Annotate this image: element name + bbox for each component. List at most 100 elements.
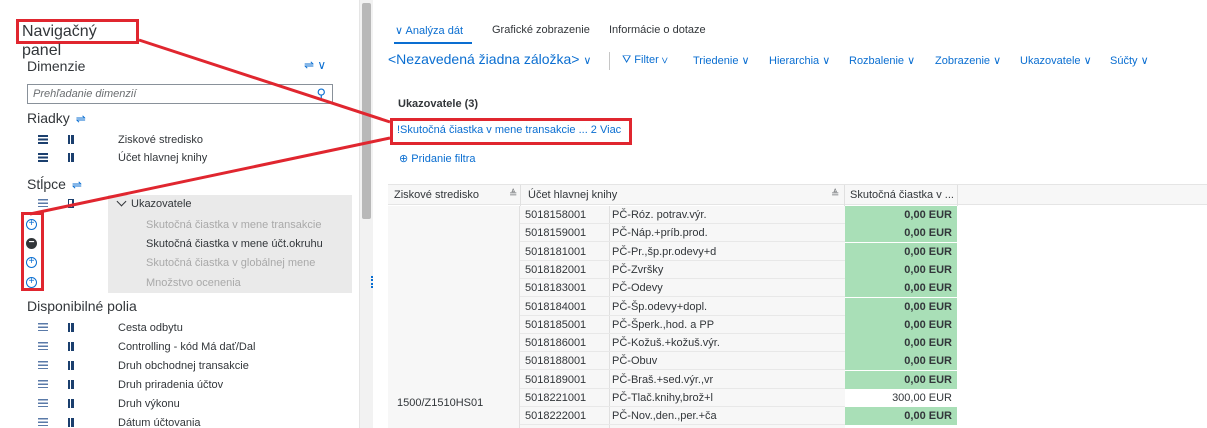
table-row[interactable]: 5018186001 PČ-Kožuš.+kožuš.výr. 0,00 EUR xyxy=(520,334,957,353)
tab-query-info[interactable]: Informácie o dotaze xyxy=(609,24,706,36)
amount-cell[interactable]: 0,00 EUR xyxy=(845,334,957,353)
lines-icon[interactable] xyxy=(38,418,48,426)
rows-settings-icon[interactable]: ⇌ xyxy=(76,112,86,126)
sort-menu[interactable]: Triedenie ∨ xyxy=(693,54,750,67)
rows-heading: Riadky ⇌ xyxy=(27,110,86,126)
table-row[interactable]: 5018183001 PČ-Odevy 0,00 EUR xyxy=(520,279,957,298)
lines-icon[interactable] xyxy=(38,380,48,388)
filter-value-link[interactable]: !Skutočná čiastka v mene transakcie ... … xyxy=(397,124,621,136)
add-filter-link[interactable]: ⊕ Pridanie filtra xyxy=(399,152,475,165)
rows-item-label: Ziskové stredisko xyxy=(118,134,203,146)
expand-menu[interactable]: Rozbalenie ∨ xyxy=(849,54,915,67)
column-header-gl-account[interactable]: Účet hlavnej knihy xyxy=(528,189,617,201)
gl-account-name: PČ-Kožuš.+kožuš.výr. xyxy=(612,337,720,350)
bars-icon[interactable] xyxy=(68,323,74,332)
display-menu[interactable]: Zobrazenie ∨ xyxy=(935,54,1001,67)
lines-icon[interactable] xyxy=(38,199,48,207)
amount-cell[interactable]: 0,00 EUR xyxy=(845,206,957,224)
columns-heading: Stĺpce ⇌ xyxy=(27,176,82,192)
dimension-search-input[interactable]: Prehľadanie dimenzií ⚲ xyxy=(27,84,333,104)
active-tab-indicator xyxy=(394,42,472,44)
table-row[interactable]: 5018182001 PČ-Zvršky 0,00 EUR xyxy=(520,260,957,279)
available-field[interactable]: Dátum účtovania xyxy=(0,413,352,428)
sort-icon[interactable]: ≜ xyxy=(509,189,517,200)
table-row[interactable]: 5018158001 PČ-Róz. potrav.výr. 0,00 EUR xyxy=(520,206,957,224)
chevron-down-icon: ∨ xyxy=(395,25,406,37)
nav-panel-title: Navigačný panel xyxy=(16,19,139,59)
available-field[interactable]: Controlling - kód Má dať/Dal xyxy=(0,337,352,357)
columns-settings-icon[interactable]: ⇌ xyxy=(72,178,82,192)
gl-account-number: 5018186001 xyxy=(525,337,587,350)
tab-data-analysis[interactable]: ∨ Analýza dát xyxy=(395,24,463,37)
table-row[interactable]: 5018222001 PČ-Nov.,den.,per.+ča 0,00 EUR xyxy=(520,407,957,426)
bars-icon[interactable] xyxy=(68,342,74,351)
indicator-item-active[interactable]: Skutočná čiastka v mene účt.okruhu xyxy=(146,238,323,250)
dimensions-settings-icon[interactable]: ⇌ ∨ xyxy=(304,58,326,72)
gl-account-name: PČ-Zvršky xyxy=(612,263,664,276)
amount-cell[interactable]: 0,00 EUR xyxy=(845,260,957,279)
scrollbar-thumb[interactable] xyxy=(362,3,371,219)
bars-icon[interactable] xyxy=(68,380,74,389)
bars-icon[interactable] xyxy=(68,153,74,162)
column-header-amount[interactable]: Skutočná čiastka v ... xyxy=(850,189,954,201)
bars-icon[interactable] xyxy=(68,361,74,370)
indicator-item[interactable]: Skutočná čiastka v mene transakcie xyxy=(146,219,321,231)
amount-cell[interactable]: 0,00 EUR xyxy=(845,315,957,334)
amount-cell[interactable]: 300,00 EUR xyxy=(845,389,957,407)
table-row[interactable]: 5018181001 PČ-Pr.,šp.pr.odevy+d 0,00 EUR xyxy=(520,242,957,261)
lines-icon[interactable] xyxy=(38,342,48,350)
table-row[interactable]: 5018184001 PČ-Šp.odevy+dopl. 0,00 EUR xyxy=(520,297,957,316)
table-row[interactable]: 5018189001 PČ-Braš.+sed.výr.,vr 0,00 EUR xyxy=(520,370,957,389)
amount-cell[interactable]: 0,00 EUR xyxy=(845,407,957,426)
rows-item-label: Účet hlavnej knihy xyxy=(118,152,208,164)
list-icon[interactable] xyxy=(38,153,48,162)
gl-account-number: 5018189001 xyxy=(525,373,587,386)
lines-icon[interactable] xyxy=(38,399,48,407)
bookmark-dropdown[interactable]: <Nezavedená žiadna záložka> ∨ xyxy=(388,51,591,67)
lines-icon[interactable] xyxy=(38,361,48,369)
amount-cell[interactable]: 0,00 EUR xyxy=(845,297,957,316)
lines-icon[interactable] xyxy=(38,323,48,331)
table-row[interactable]: 5018221001 PČ-Tlač.knihy,brož+l 300,00 EUR xyxy=(520,389,957,407)
indicator-item[interactable]: Skutočná čiastka v globálnej mene xyxy=(146,257,315,269)
available-field[interactable]: Druh priradenia účtov xyxy=(0,375,352,395)
gl-account-number: 5018182001 xyxy=(525,263,587,276)
gl-account-number: 5018181001 xyxy=(525,245,587,258)
amount-cell[interactable]: 0,00 EUR xyxy=(845,242,957,261)
search-icon[interactable]: ⚲ xyxy=(316,86,326,102)
list-icon[interactable] xyxy=(38,135,48,144)
bars-icon[interactable] xyxy=(68,135,74,144)
table-row[interactable]: 5018188001 PČ-Obuv 0,00 EUR xyxy=(520,352,957,371)
available-field[interactable]: Druh výkonu xyxy=(0,394,352,414)
table-row[interactable]: 5018185001 PČ-Šperk.,hod. a PP 0,00 EUR xyxy=(520,315,957,334)
bars-icon[interactable] xyxy=(68,418,74,427)
available-fields-heading: Disponibilné polia xyxy=(27,298,137,314)
gl-account-name: PČ-Pr.,šp.pr.odevy+d xyxy=(612,245,717,258)
gl-account-name: PČ-Náp.+príb.prod. xyxy=(612,227,708,240)
highlight-box xyxy=(21,212,44,291)
bars-icon[interactable] xyxy=(68,399,74,408)
table-row[interactable]: 5018159001 PČ-Náp.+príb.prod. 0,00 EUR xyxy=(520,224,957,243)
hierarchy-menu[interactable]: Hierarchia ∨ xyxy=(769,54,830,67)
amount-cell[interactable]: 0,00 EUR xyxy=(845,352,957,371)
available-field[interactable]: Druh obchodnej transakcie xyxy=(0,356,352,376)
rows-item[interactable]: Ziskové stredisko xyxy=(0,130,352,150)
available-field[interactable]: Cesta odbytu xyxy=(0,318,352,338)
indicators-toggle[interactable]: Ukazovatele xyxy=(116,196,192,210)
gl-account-number: 5018185001 xyxy=(525,318,587,331)
totals-menu[interactable]: Súčty ∨ xyxy=(1110,54,1149,67)
sort-icon[interactable]: ≜ xyxy=(831,189,839,200)
amount-cell[interactable]: 0,00 EUR xyxy=(845,224,957,243)
filter-menu[interactable]: ⛛ Filter ∨ xyxy=(622,54,668,67)
indicators-menu[interactable]: Ukazovatele ∨ xyxy=(1020,54,1092,67)
gl-account-number: 5018221001 xyxy=(525,392,587,404)
indicator-item[interactable]: Množstvo ocenenia xyxy=(146,277,241,289)
splitter-handle-icon[interactable] xyxy=(371,276,373,288)
gl-account-name: PČ-Róz. potrav.výr. xyxy=(612,209,707,221)
column-header-profit-center[interactable]: Ziskové stredisko xyxy=(394,189,479,201)
tab-chart[interactable]: Grafické zobrazenie xyxy=(492,24,590,36)
table-icon[interactable] xyxy=(68,199,74,208)
rows-item[interactable]: Účet hlavnej knihy xyxy=(0,148,352,168)
amount-cell[interactable]: 0,00 EUR xyxy=(845,279,957,298)
amount-cell[interactable]: 0,00 EUR xyxy=(845,370,957,389)
